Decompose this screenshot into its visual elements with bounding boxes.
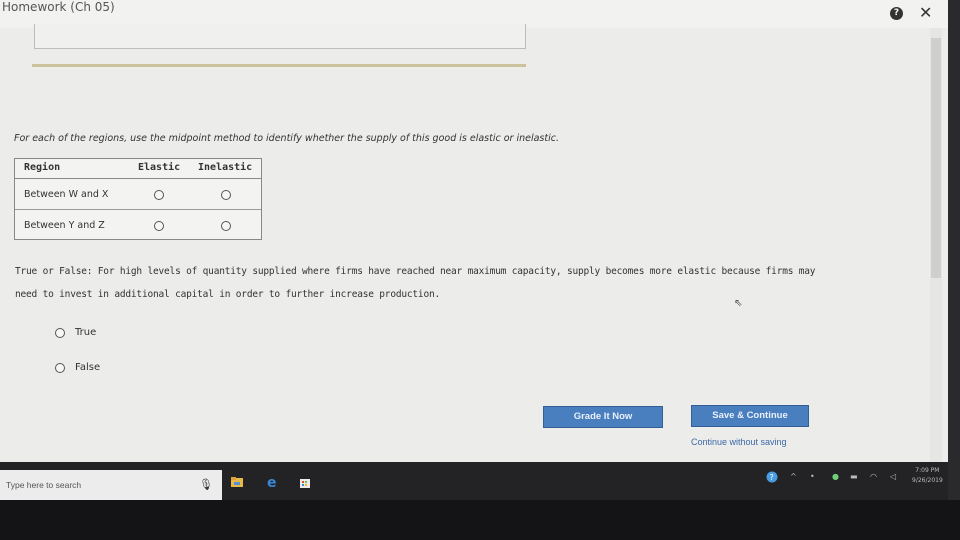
file-explorer-icon[interactable] [230,475,244,489]
true-radio[interactable] [55,328,65,338]
section-divider [32,64,526,67]
mouse-cursor-icon: ⇖ [734,298,743,309]
mic-icon[interactable]: 🎙 [199,478,213,491]
taskbar: Type here to search 🎙 e ? ^ • ● ▬ ◠ ◁ 7:… [0,462,948,500]
row-label: Between W and X [24,189,109,200]
header-inelastic: Inelastic [198,162,253,173]
network-icon[interactable]: • [810,472,815,481]
elasticity-table: Region Elastic Inelastic Between W and X… [14,158,262,240]
help-icon[interactable]: ? [890,7,903,20]
table-header-row: Region Elastic Inelastic [15,159,261,179]
close-icon[interactable]: ✕ [919,3,932,22]
false-label[interactable]: False [75,362,100,373]
clock-date: 9/26/2019 [912,477,943,484]
scrollbar-thumb[interactable] [931,38,941,278]
question-text-line1: True or False: For high levels of quanti… [15,266,816,277]
chevron-up-icon[interactable]: ^ [790,472,797,481]
true-label[interactable]: True [75,327,96,338]
header-elastic: Elastic [138,162,181,173]
instruction-text: For each of the regions, use the midpoin… [14,133,559,144]
continue-without-saving-link[interactable]: Continue without saving [691,437,787,447]
question-text-line2: need to invest in additional capital in … [15,289,441,300]
homework-window: Homework (Ch 05) ? ✕ For each of the reg… [0,0,948,462]
volume-icon[interactable]: ◁ [890,472,896,481]
edge-icon[interactable]: e [266,475,280,489]
table-row: Between Y and Z [15,211,261,241]
battery-icon[interactable]: ▬ [850,472,858,481]
false-radio[interactable] [55,363,65,373]
clock-time: 7:09 PM [915,467,940,474]
help-icon[interactable]: ? [766,471,778,485]
svg-text:e: e [267,475,277,489]
taskbar-search-input[interactable]: Type here to search 🎙 [0,470,222,500]
search-placeholder: Type here to search [6,480,82,490]
screen: Homework (Ch 05) ? ✕ For each of the reg… [0,0,960,540]
previous-answer-box [34,24,526,49]
elastic-radio-wx[interactable] [154,190,164,200]
grade-it-now-button[interactable]: Grade It Now [543,406,663,428]
header-region: Region [24,162,61,173]
svg-text:?: ? [770,473,774,482]
inelastic-radio-wx[interactable] [221,190,231,200]
row-label: Between Y and Z [24,220,105,231]
table-row: Between W and X [15,180,261,210]
store-icon[interactable] [298,475,312,489]
screen-edge [948,0,960,500]
monitor-bezel [0,500,960,540]
elastic-radio-yz[interactable] [154,221,164,231]
status-dot-icon: ● [832,472,839,481]
window-title: Homework (Ch 05) [2,0,115,14]
save-and-continue-button[interactable]: Save & Continue [691,405,809,427]
wifi-icon[interactable]: ◠ [870,472,877,481]
scrollbar[interactable] [930,28,942,462]
inelastic-radio-yz[interactable] [221,221,231,231]
clock[interactable]: 7:09 PM 9/26/2019 [912,466,943,486]
